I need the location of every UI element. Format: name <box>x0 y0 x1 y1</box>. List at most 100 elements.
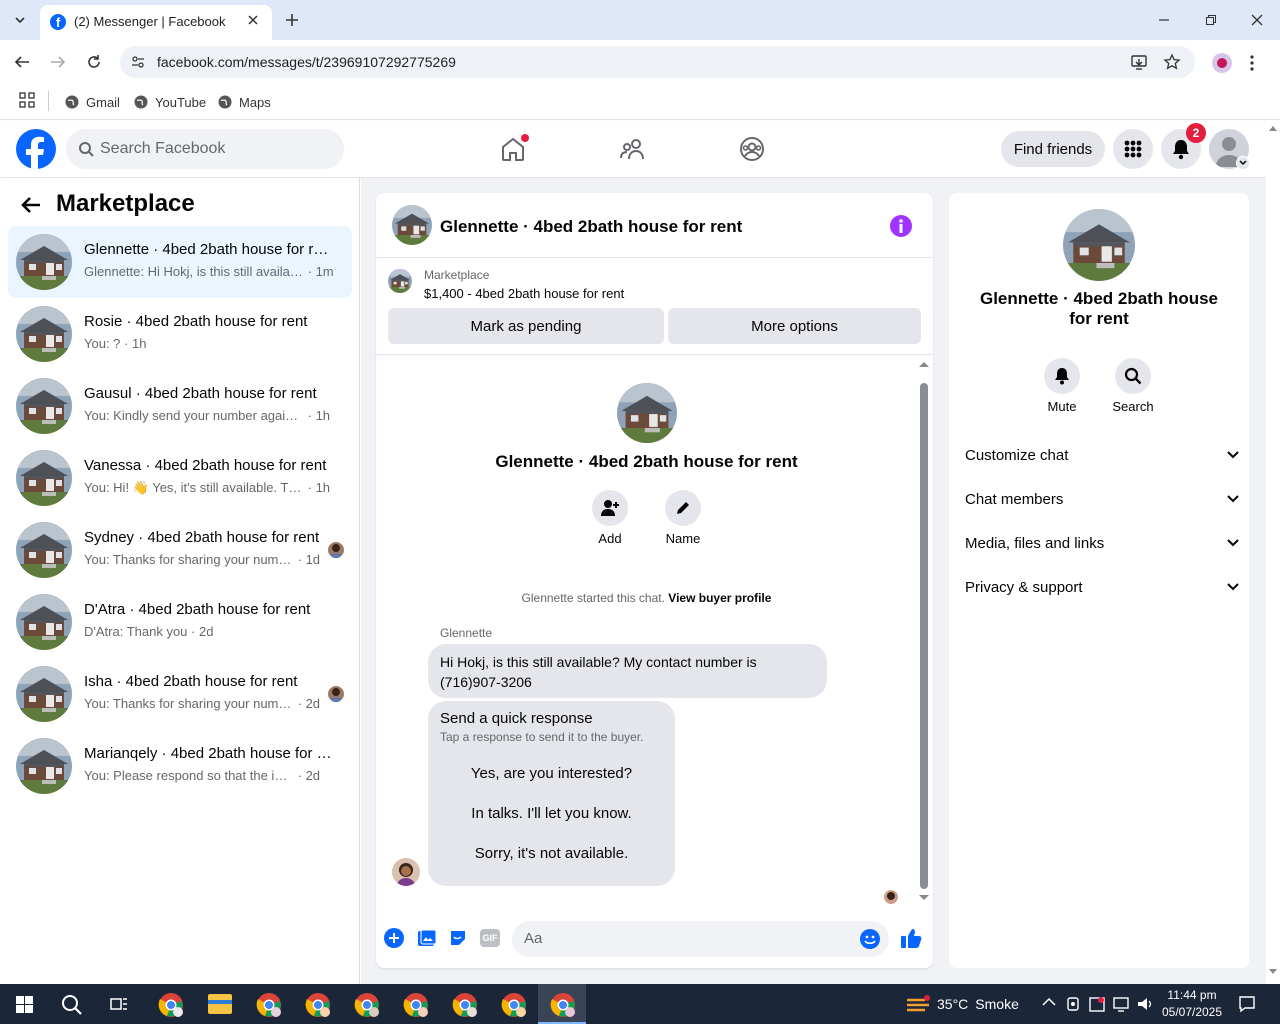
chat-header-avatar[interactable] <box>392 205 432 245</box>
bookmark-maps[interactable]: Maps <box>217 92 271 112</box>
conversation-item[interactable]: Gausul · 4bed 2bath house for rent You: K… <box>8 370 352 442</box>
message-bubble[interactable]: Hi Hokj, is this still available? My con… <box>428 644 827 698</box>
info-icon[interactable] <box>890 215 912 237</box>
view-buyer-profile-link[interactable]: View buyer profile <box>668 591 771 605</box>
meet-icon[interactable] <box>1066 995 1082 1013</box>
conversation-preview-row: You: ? · 1h <box>84 336 146 351</box>
site-info-icon[interactable] <box>130 54 146 70</box>
photo-icon[interactable] <box>417 929 437 947</box>
apps-grid-icon[interactable] <box>19 92 35 108</box>
quick-response-option[interactable]: Yes, are you interested? <box>444 757 659 789</box>
window-close-icon[interactable] <box>1249 12 1265 28</box>
chat-members-section[interactable]: Chat members <box>965 487 1240 511</box>
conversation-item[interactable]: Glennette · 4bed 2bath house for rent Gle… <box>8 226 352 298</box>
find-friends-button[interactable]: Find friends <box>1001 131 1105 167</box>
quick-response-option[interactable]: In talks. I'll let you know. <box>444 797 659 829</box>
home-nav-icon[interactable] <box>499 134 529 163</box>
new-tab-icon[interactable] <box>283 11 301 29</box>
profile-avatar-icon[interactable] <box>1212 53 1232 73</box>
omnibox[interactable]: facebook.com/messages/t/2396910729277526… <box>120 46 1195 78</box>
grid-icon <box>1124 140 1142 158</box>
security-icon[interactable] <box>1089 995 1105 1013</box>
back-arrow-icon[interactable] <box>20 195 42 215</box>
browser-menu-icon[interactable] <box>1249 54 1255 72</box>
taskbar-search-icon[interactable] <box>61 994 83 1016</box>
more-options-button[interactable]: More options <box>668 308 921 344</box>
reload-icon[interactable] <box>85 53 103 71</box>
media-files-links-section[interactable]: Media, files and links <box>965 531 1240 555</box>
mute-button[interactable] <box>1044 358 1080 394</box>
conversation-item[interactable]: Vanessa · 4bed 2bath house for rent You: … <box>8 442 352 514</box>
chat-scroll-thumb[interactable] <box>920 383 928 889</box>
conversation-item[interactable]: Isha · 4bed 2bath house for rent You: Tha… <box>8 658 352 730</box>
gif-icon[interactable]: GIF <box>480 929 500 947</box>
groups-nav-icon[interactable] <box>738 135 766 163</box>
facebook-logo-icon[interactable] <box>16 129 56 169</box>
facebook-search-input[interactable]: Search Facebook <box>66 129 344 169</box>
install-app-icon[interactable] <box>1130 53 1148 71</box>
tab-search-button[interactable] <box>8 8 32 32</box>
friends-nav-icon[interactable] <box>619 135 647 163</box>
edit-name-button[interactable] <box>665 490 701 526</box>
file-explorer-icon[interactable] <box>208 994 232 1014</box>
sticker-icon[interactable] <box>449 929 467 947</box>
chrome-profile-icon[interactable] <box>305 992 331 1018</box>
conversation-item[interactable]: D'Atra · 4bed 2bath house for rent D'Atra… <box>8 586 352 658</box>
message-input[interactable]: Aa <box>512 921 889 957</box>
sender-avatar[interactable] <box>392 858 420 886</box>
bookmark-gmail[interactable]: Gmail <box>64 92 120 112</box>
bookmark-star-icon[interactable] <box>1163 53 1181 71</box>
menu-grid-button[interactable] <box>1113 129 1153 169</box>
conversation-item[interactable]: Sydney · 4bed 2bath house for rent You: T… <box>8 514 352 586</box>
chrome-profile-icon[interactable] <box>256 992 282 1018</box>
info-avatar[interactable] <box>1063 209 1135 281</box>
volume-icon[interactable] <box>1136 995 1154 1013</box>
notification-center-icon[interactable] <box>1238 995 1256 1013</box>
conversation-item[interactable]: Rosie · 4bed 2bath house for rent You: ? … <box>8 298 352 370</box>
listing-detail[interactable]: $1,400 - 4bed 2bath house for rent <box>424 286 624 301</box>
chrome-profile-icon[interactable] <box>354 992 380 1018</box>
clock[interactable]: 11:44 pm 05/07/2025 <box>1158 987 1226 1021</box>
scroll-up-icon[interactable] <box>1269 125 1277 131</box>
chrome-profile-icon[interactable] <box>452 992 478 1018</box>
emoji-icon[interactable] <box>860 929 880 949</box>
customize-chat-section[interactable]: Customize chat <box>965 443 1240 467</box>
chrome-profile-icon[interactable] <box>158 992 184 1018</box>
network-icon[interactable] <box>1112 995 1130 1013</box>
forward-icon[interactable] <box>49 54 67 70</box>
chat-scrollbar[interactable] <box>917 355 931 905</box>
scroll-up-icon[interactable] <box>919 361 929 367</box>
task-view-icon[interactable] <box>110 996 128 1012</box>
profile-name: Glennette · 4bed 2bath house for rent <box>495 452 798 471</box>
privacy-support-section[interactable]: Privacy & support <box>965 575 1240 599</box>
chrome-profile-icon[interactable] <box>501 992 527 1018</box>
more-actions-icon[interactable] <box>384 928 404 948</box>
mark-as-pending-button[interactable]: Mark as pending <box>388 308 664 344</box>
page-scrollbar[interactable] <box>1266 121 1280 984</box>
chrome-profile-icon[interactable] <box>403 992 429 1018</box>
quick-response-option[interactable]: Sorry, it's not available. <box>444 837 659 869</box>
restore-icon[interactable] <box>1203 12 1219 28</box>
scroll-down-icon[interactable] <box>919 895 929 901</box>
search-in-chat-button[interactable] <box>1115 358 1151 394</box>
browser-tab[interactable]: f (2) Messenger | Facebook <box>40 5 272 40</box>
scroll-down-icon[interactable] <box>1269 969 1277 975</box>
show-hidden-icons-icon[interactable] <box>1042 997 1056 1007</box>
conversation-preview: You: ? <box>84 336 121 351</box>
like-thumb-icon[interactable] <box>900 927 922 949</box>
section-label: Privacy & support <box>965 578 1083 596</box>
back-icon[interactable] <box>13 54 31 70</box>
weather-widget[interactable]: 35°C Smoke <box>937 996 1019 1012</box>
conversation-item[interactable]: Marianqely · 4bed 2bath house for rent Yo… <box>8 730 352 802</box>
add-person-button[interactable] <box>592 490 628 526</box>
bookmark-youtube[interactable]: YouTube <box>133 92 206 112</box>
account-chevron-icon[interactable] <box>1236 156 1250 170</box>
profile-avatar[interactable] <box>617 383 677 443</box>
tab-close-icon[interactable] <box>246 13 260 27</box>
chrome-profile-icon[interactable] <box>550 992 576 1018</box>
weather-icon[interactable] <box>905 994 931 1014</box>
chat-title[interactable]: Glennette · 4bed 2bath house for rent <box>440 217 742 237</box>
minimize-icon[interactable] <box>1156 12 1172 28</box>
windows-start-icon[interactable] <box>16 996 33 1013</box>
url-text[interactable]: facebook.com/messages/t/2396910729277526… <box>157 54 456 70</box>
